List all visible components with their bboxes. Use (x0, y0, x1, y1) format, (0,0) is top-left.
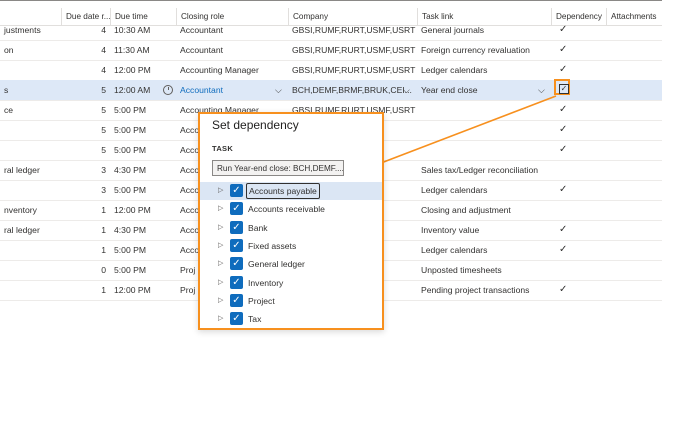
checkbox-checked[interactable]: ✓ (230, 275, 243, 289)
set-dependency-dialog: Set dependency TASK Run Year-end close: … (198, 112, 384, 330)
expand-triangle-icon[interactable]: ▷ (218, 204, 223, 212)
tree-item-label: Accounts receivable (248, 204, 325, 215)
expand-triangle-icon[interactable]: ▷ (218, 296, 223, 304)
checkbox-checked[interactable]: ✓ (230, 202, 243, 216)
checkbox-checked[interactable]: ✓ (230, 184, 243, 197)
tree-item-label: General ledger (248, 259, 305, 270)
tree-item[interactable]: ▷ ✓ Inventory (200, 274, 382, 292)
tree-item[interactable]: ▷ ✓ Accounts payable (200, 182, 382, 200)
tree-item-label: Fixed assets (248, 240, 297, 251)
dialog-title: Set dependency (212, 118, 299, 132)
tree-item[interactable]: ▷ ✓ Accounts receivable (200, 200, 382, 218)
checkbox-checked[interactable]: ✓ (230, 312, 243, 326)
checkbox-checked[interactable]: ✓ (230, 257, 243, 271)
expand-triangle-icon[interactable]: ▷ (218, 278, 223, 286)
tree-item[interactable]: ▷ ✓ Project (200, 292, 382, 310)
tree-item-label: Tax (248, 314, 262, 325)
task-label: TASK (212, 144, 234, 153)
expand-triangle-icon[interactable]: ▷ (218, 223, 223, 231)
expand-triangle-icon[interactable]: ▷ (218, 314, 223, 322)
expand-triangle-icon[interactable]: ▷ (218, 241, 223, 249)
tree-item[interactable]: ▷ ✓ General ledger (200, 255, 382, 273)
tree-item-label: Accounts payable (246, 183, 320, 199)
tree-item-label: Inventory (248, 277, 284, 288)
checkbox-checked[interactable]: ✓ (230, 293, 243, 307)
tree-item[interactable]: ▷ ✓ Tax (200, 310, 382, 328)
tree-item-label: Bank (248, 222, 268, 233)
expand-triangle-icon[interactable]: ▷ (218, 259, 223, 267)
checkbox-checked[interactable]: ✓ (230, 238, 243, 252)
expand-triangle-icon[interactable]: ▷ (218, 186, 223, 194)
tree-item[interactable]: ▷ ✓ Bank (200, 219, 382, 237)
task-field[interactable]: Run Year-end close: BCH,DEMF.... (212, 160, 344, 176)
tree-item-label: Project (248, 295, 275, 306)
checkbox-checked[interactable]: ✓ (230, 220, 243, 234)
tree-item[interactable]: ▷ ✓ Fixed assets (200, 237, 382, 255)
